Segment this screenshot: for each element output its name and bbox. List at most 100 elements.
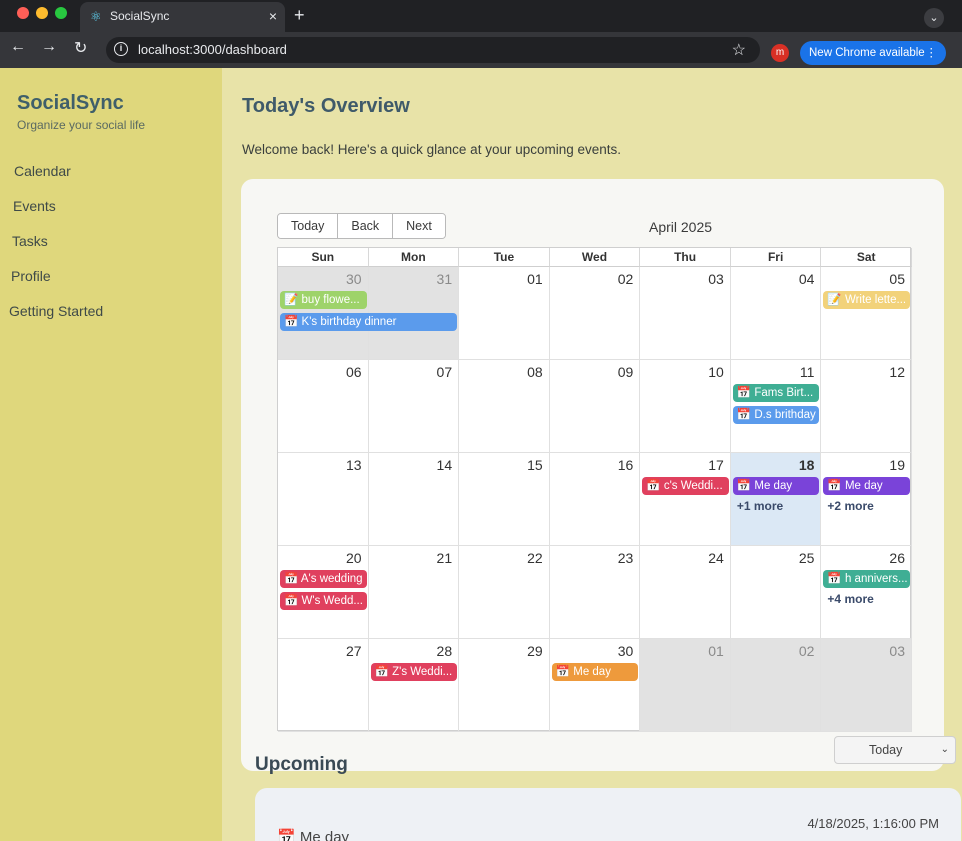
day-number[interactable]: 07 [437,364,453,380]
show-more-link[interactable]: +4 more [827,592,873,606]
maximize-window-button[interactable] [55,7,67,19]
calendar-event[interactable]: 📅 Me day [551,663,639,681]
day-number[interactable]: 29 [527,643,543,659]
day-number[interactable]: 02 [799,643,815,659]
day-number[interactable]: 20 [346,550,362,566]
sidebar-item-calendar[interactable]: Calendar [14,163,71,179]
day-cell[interactable]: 14 [368,453,460,546]
new-tab-button[interactable]: + [294,5,305,26]
day-number[interactable]: 21 [437,550,453,566]
calendar-event[interactable]: 📅 D.s brithday [732,406,820,424]
sidebar-item-tasks[interactable]: Tasks [12,233,48,249]
day-number[interactable]: 14 [437,457,453,473]
day-number[interactable]: 01 [527,271,543,287]
day-cell[interactable]: 07 [368,360,460,453]
calendar-event[interactable]: 📅 Fams Birt... [732,384,820,402]
day-cell[interactable]: 25 [730,546,822,639]
day-cell[interactable]: 16 [549,453,641,546]
calendar-event[interactable]: 📅 A's wedding [280,570,367,588]
calendar-event[interactable]: 📅 Z's Weddi... [370,663,458,681]
day-cell[interactable]: 15 [459,453,550,546]
day-cell[interactable]: 24 [640,546,731,639]
close-window-button[interactable] [17,7,29,19]
day-number[interactable]: 30 [618,643,634,659]
back-arrow-icon[interactable]: ← [10,38,26,56]
day-cell[interactable]: 23 [549,546,641,639]
next-button[interactable]: Next [393,214,445,238]
day-number[interactable]: 19 [889,457,905,473]
day-cell[interactable]: 01 [640,639,731,732]
day-cell[interactable]: 04 [730,267,822,360]
day-number[interactable]: 12 [889,364,905,380]
day-cell[interactable]: 13 [278,453,369,546]
browser-tab[interactable]: ⚛ SocialSync × [80,2,285,32]
brand-title[interactable]: SocialSync [17,92,124,115]
reload-icon[interactable]: ↻ [74,38,87,58]
day-number[interactable]: 06 [346,364,362,380]
tab-search-dropdown-icon[interactable]: ⌄ [924,8,944,28]
calendar-event[interactable]: 📝 Write lette... [823,291,910,309]
day-cell[interactable]: 03 [640,267,731,360]
url-text[interactable]: localhost:3000/dashboard [138,42,287,57]
day-number[interactable]: 18 [799,457,815,473]
profile-avatar[interactable]: m [771,44,789,62]
day-cell[interactable]: 03 [821,639,912,732]
day-number[interactable]: 03 [889,643,905,659]
chrome-update-button[interactable]: New Chrome available ⋮ [800,41,946,65]
sidebar-item-getting-started[interactable]: Getting Started [9,303,103,319]
day-number[interactable]: 15 [527,457,543,473]
day-number[interactable]: 09 [618,364,634,380]
kebab-menu-icon[interactable]: ⋮ [926,41,938,65]
show-more-link[interactable]: +2 more [827,499,873,513]
day-cell[interactable]: 09 [549,360,641,453]
upcoming-event-card[interactable]: 4/18/2025, 1:16:00 PM 📅 Me day [255,788,961,841]
day-number[interactable]: 24 [708,550,724,566]
day-cell[interactable]: 27 [278,639,369,732]
day-number[interactable]: 22 [527,550,543,566]
sidebar-item-profile[interactable]: Profile [11,268,51,284]
day-number[interactable]: 02 [618,271,634,287]
tab-close-icon[interactable]: × [269,8,277,24]
day-number[interactable]: 30 [346,271,362,287]
day-cell[interactable]: 17 [640,453,731,546]
day-cell[interactable]: 21 [368,546,460,639]
day-cell[interactable]: 28 [368,639,460,732]
day-cell[interactable]: 02 [730,639,822,732]
day-number[interactable]: 25 [799,550,815,566]
day-cell[interactable]: 12 [821,360,912,453]
forward-arrow-icon[interactable]: → [41,38,57,56]
back-button[interactable]: Back [338,214,394,238]
today-button[interactable]: Today [278,214,339,238]
day-number[interactable]: 28 [437,643,453,659]
calendar-event[interactable]: 📅 W's Wedd... [280,592,367,610]
day-number[interactable]: 05 [889,271,905,287]
day-cell[interactable]: 05 [821,267,912,360]
day-number[interactable]: 31 [437,271,453,287]
bookmark-star-icon[interactable]: ☆ [732,40,746,60]
address-bar[interactable]: i localhost:3000/dashboard ☆ [106,37,760,63]
day-number[interactable]: 08 [527,364,543,380]
day-number[interactable]: 27 [346,643,362,659]
day-number[interactable]: 01 [708,643,724,659]
day-number[interactable]: 11 [800,364,815,380]
day-cell[interactable]: 06 [278,360,369,453]
calendar-event[interactable]: 📅 Me day [823,477,910,495]
calendar-event[interactable]: 📝 buy flowe... [280,291,367,309]
site-info-icon[interactable]: i [114,42,128,56]
calendar-event[interactable]: 📅 K's birthday dinner [280,313,458,331]
day-number[interactable]: 17 [708,457,724,473]
day-number[interactable]: 04 [799,271,815,287]
upcoming-filter-select[interactable]: Today ⌄ [834,736,956,764]
day-number[interactable]: 23 [618,550,634,566]
day-cell[interactable]: 01 [459,267,550,360]
day-cell[interactable]: 08 [459,360,550,453]
calendar-event[interactable]: 📅 Me day [732,477,820,495]
day-number[interactable]: 26 [889,550,905,566]
day-cell[interactable]: 22 [459,546,550,639]
day-number[interactable]: 13 [346,457,362,473]
day-cell[interactable]: 29 [459,639,550,732]
day-cell[interactable]: 02 [549,267,641,360]
minimize-window-button[interactable] [36,7,48,19]
calendar-event[interactable]: 📅 h annivers... [823,570,910,588]
day-cell[interactable]: 10 [640,360,731,453]
